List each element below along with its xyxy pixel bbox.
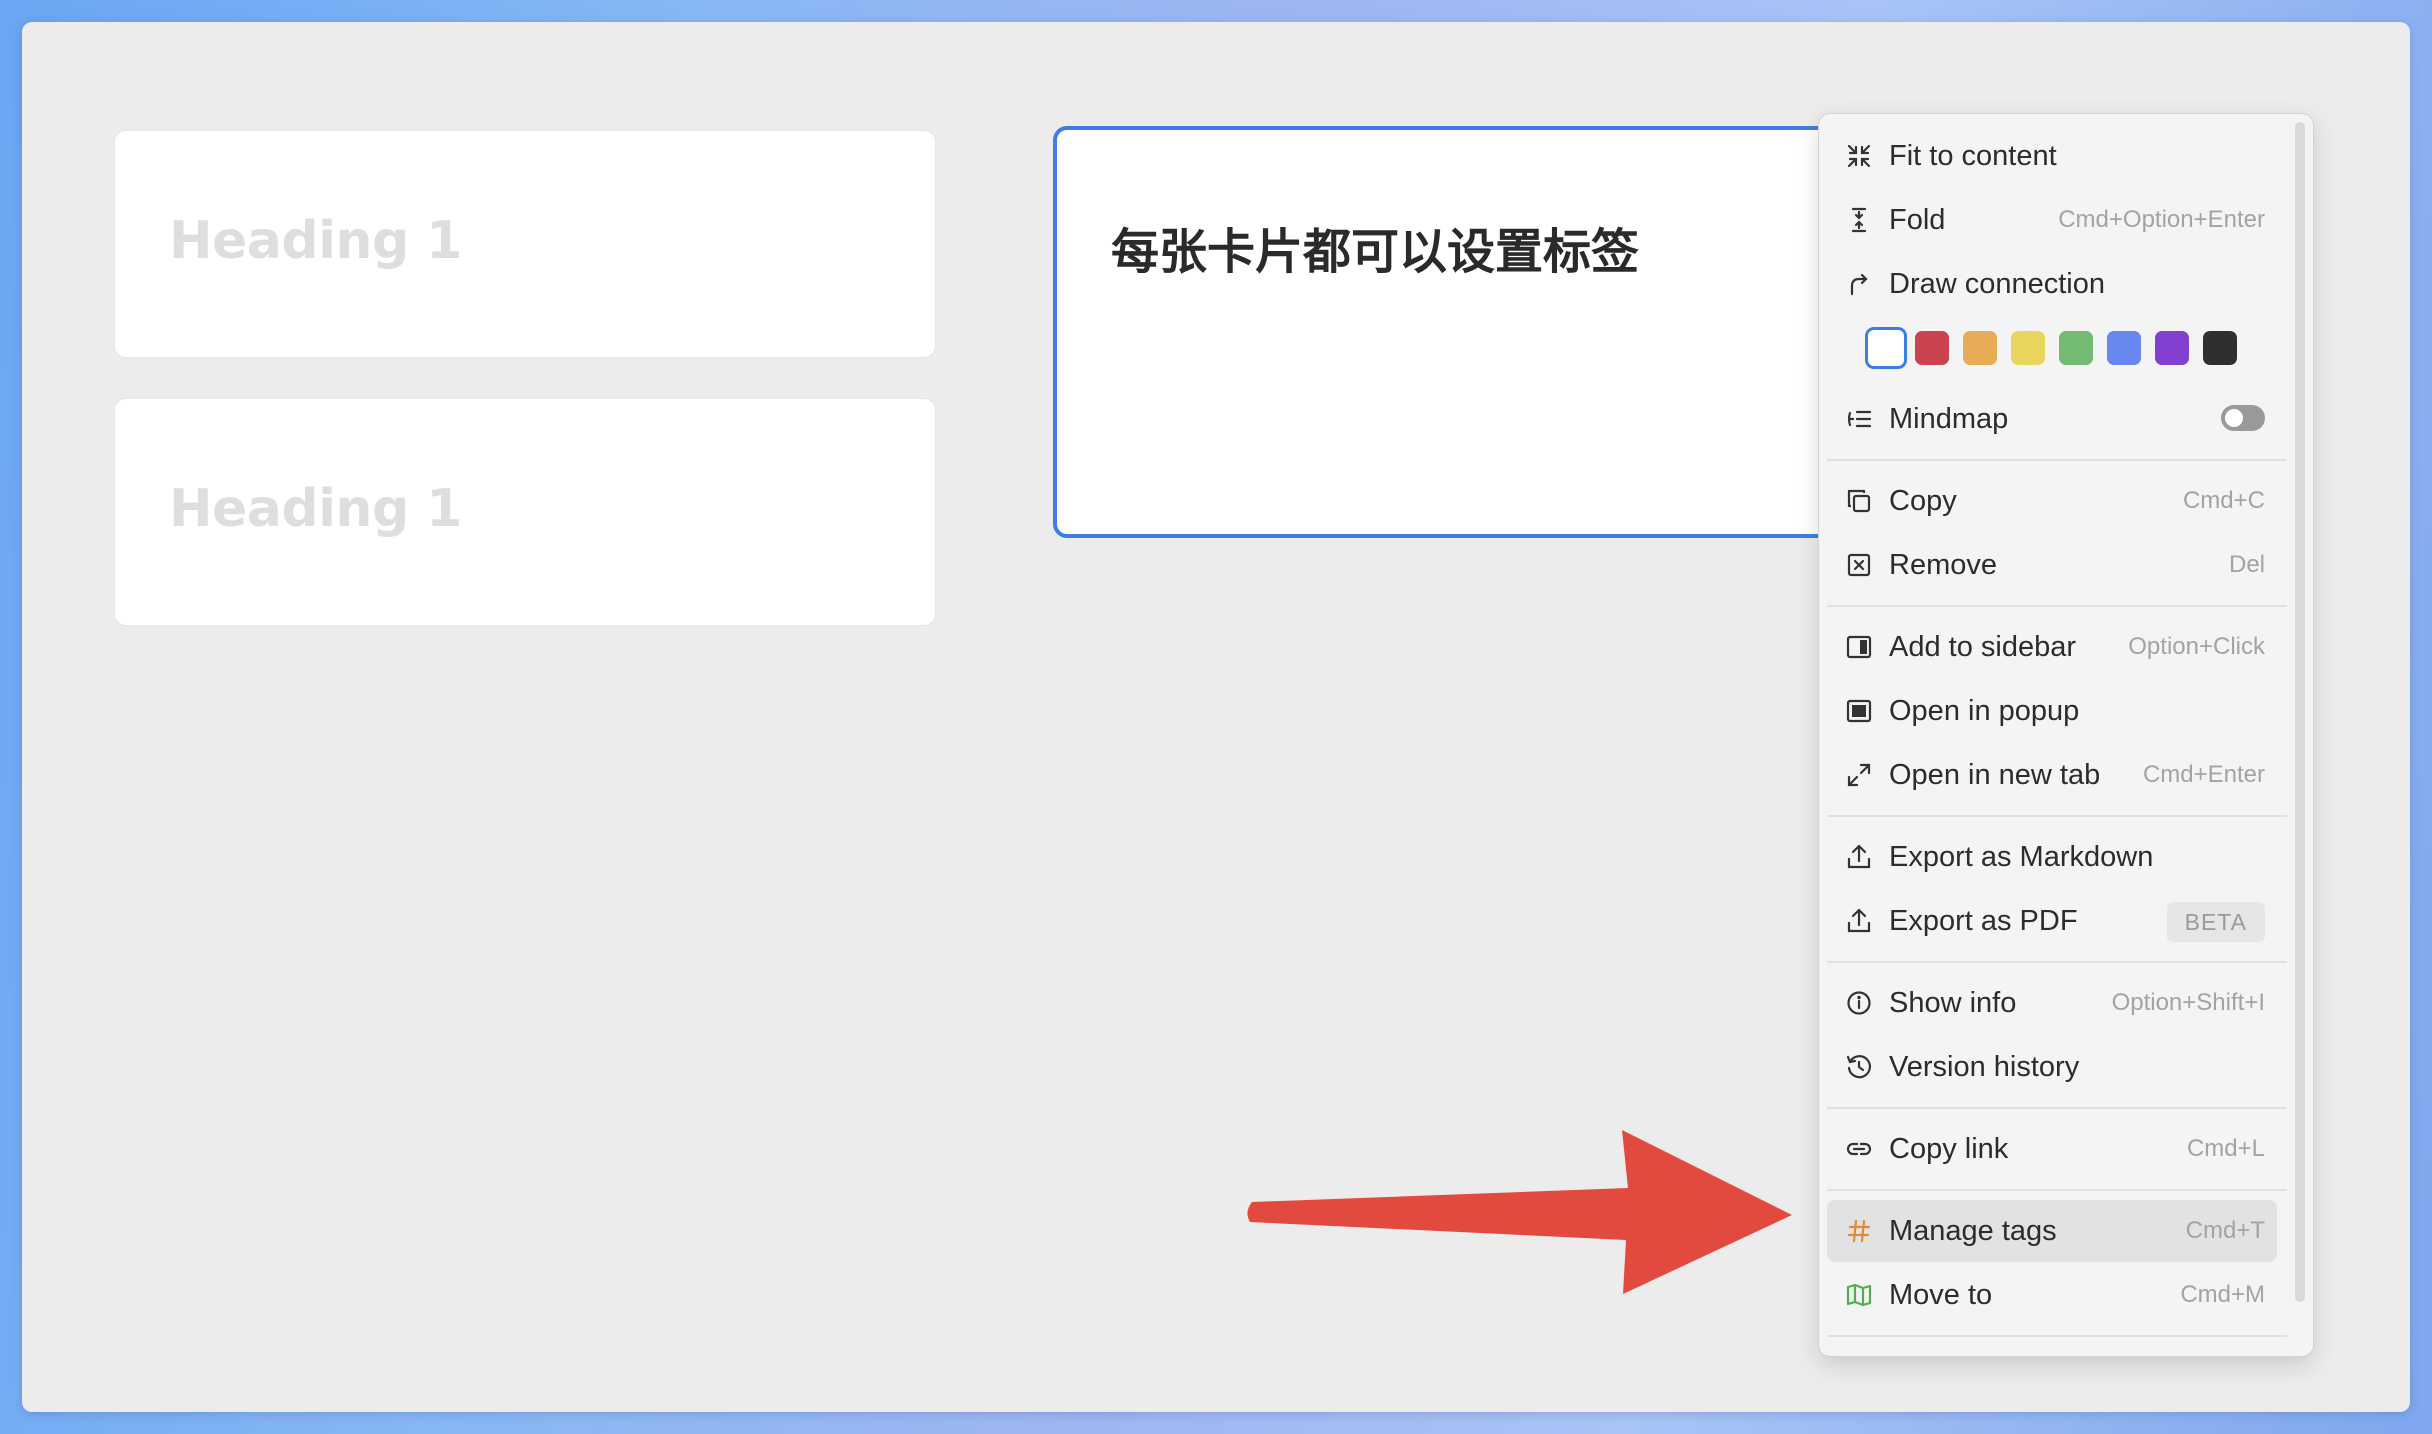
menu-item-shortcut: Cmd+Option+Enter bbox=[2058, 206, 2265, 233]
menu-item-label: Fold bbox=[1889, 204, 1946, 236]
copy-icon bbox=[1845, 487, 1873, 515]
menu-item-move-to[interactable]: Move to Cmd+M bbox=[1827, 1264, 2277, 1326]
menu-item-shortcut: Option+Shift+I bbox=[2111, 989, 2265, 1016]
menu-separator bbox=[1827, 1189, 2287, 1191]
toggle-knob bbox=[2225, 409, 2243, 427]
menu-item-export-pdf[interactable]: Export as PDF BETA bbox=[1827, 890, 2277, 952]
menu-separator bbox=[1827, 815, 2287, 817]
menu-item-remove[interactable]: Remove Del bbox=[1827, 534, 2277, 596]
menu-item-label: Copy link bbox=[1889, 1133, 2009, 1165]
menu-item-fold[interactable]: Fold Cmd+Option+Enter bbox=[1827, 189, 2277, 251]
color-swatch-black[interactable] bbox=[2203, 331, 2237, 365]
map-icon bbox=[1845, 1281, 1873, 1309]
menu-item-label: Draw connection bbox=[1889, 268, 2105, 300]
menu-item-copy-link[interactable]: Copy link Cmd+L bbox=[1827, 1118, 2277, 1180]
export-icon bbox=[1845, 907, 1873, 935]
menu-separator bbox=[1827, 1107, 2287, 1109]
hash-icon bbox=[1845, 1217, 1873, 1245]
menu-item-label: Show info bbox=[1889, 987, 2017, 1019]
menu-item-export-markdown[interactable]: Export as Markdown bbox=[1827, 826, 2277, 888]
menu-item-shortcut: Del bbox=[2228, 551, 2265, 578]
menu-separator bbox=[1827, 1335, 2287, 1337]
menu-item-open-in-new-tab[interactable]: Open in new tab Cmd+Enter bbox=[1827, 744, 2277, 806]
menu-item-add-to-sidebar[interactable]: Add to sidebar Option+Click bbox=[1827, 616, 2277, 678]
menu-item-label: Move to bbox=[1889, 1279, 1993, 1311]
menu-separator bbox=[1827, 961, 2287, 963]
menu-item-shortcut: Cmd+L bbox=[2186, 1135, 2265, 1162]
sidebar-icon bbox=[1845, 633, 1873, 661]
mindmap-toggle[interactable] bbox=[2221, 405, 2265, 431]
history-icon bbox=[1845, 1053, 1873, 1081]
info-icon bbox=[1845, 989, 1873, 1017]
menu-item-shortcut: Cmd+M bbox=[2180, 1281, 2265, 1308]
beta-badge: BETA bbox=[2166, 902, 2265, 942]
menu-item-label: Export as PDF bbox=[1889, 905, 2078, 937]
app-window: Heading 1 Heading 1 每张卡片都可以设置标签 Fit to c… bbox=[22, 22, 2410, 1412]
menu-item-label: Add to sidebar bbox=[1889, 631, 2077, 663]
color-swatch-yellow[interactable] bbox=[2011, 331, 2045, 365]
menu-item-label: Remove bbox=[1889, 549, 1997, 581]
menu-separator bbox=[1827, 605, 2287, 607]
fold-icon bbox=[1845, 206, 1873, 234]
draw-connection-icon bbox=[1845, 270, 1873, 298]
menu-item-shortcut: Option+Click bbox=[2128, 633, 2265, 660]
menu-item-label: Mindmap bbox=[1889, 403, 2009, 435]
menu-item-label: Version history bbox=[1889, 1051, 2080, 1083]
menu-item-show-info[interactable]: Show info Option+Shift+I bbox=[1827, 972, 2277, 1034]
color-swatch-purple[interactable] bbox=[2155, 331, 2189, 365]
menu-item-label: Manage tags bbox=[1889, 1215, 2057, 1247]
menu-item-open-in-popup[interactable]: Open in popup bbox=[1827, 680, 2277, 742]
context-menu: Fit to content Fold Cmd+Option+Enter Dra… bbox=[1818, 113, 2314, 1357]
color-swatch-orange[interactable] bbox=[1963, 331, 1997, 365]
menu-item-version-history[interactable]: Version history bbox=[1827, 1036, 2277, 1098]
expand-icon bbox=[1845, 761, 1873, 789]
menu-item-copy[interactable]: Copy Cmd+C bbox=[1827, 470, 2277, 532]
menu-item-shortcut: Cmd+T bbox=[2185, 1217, 2265, 1244]
menu-item-fit-to-content[interactable]: Fit to content bbox=[1827, 125, 2277, 187]
export-icon bbox=[1845, 843, 1873, 871]
menu-item-mindmap[interactable]: Mindmap bbox=[1827, 388, 2277, 450]
menu-item-label: Export as Markdown bbox=[1889, 841, 2154, 873]
remove-icon bbox=[1845, 551, 1873, 579]
menu-separator bbox=[1827, 459, 2287, 461]
menu-item-manage-tags[interactable]: Manage tags Cmd+T bbox=[1827, 1200, 2277, 1262]
color-swatch-blue[interactable] bbox=[2107, 331, 2141, 365]
popup-icon bbox=[1845, 697, 1873, 725]
mindmap-icon bbox=[1845, 405, 1873, 433]
menu-item-label: Fit to content bbox=[1889, 140, 2057, 172]
menu-item-label: Open in popup bbox=[1889, 695, 2080, 727]
link-icon bbox=[1845, 1135, 1873, 1163]
menu-item-shortcut: Cmd+C bbox=[2182, 487, 2265, 514]
color-swatch-red[interactable] bbox=[1915, 331, 1949, 365]
menu-item-label: Open in new tab bbox=[1889, 759, 2101, 791]
color-swatch-green[interactable] bbox=[2059, 331, 2093, 365]
menu-scrollbar[interactable] bbox=[2295, 122, 2305, 1302]
menu-item-label: Copy bbox=[1889, 485, 1957, 517]
menu-item-draw-connection[interactable]: Draw connection bbox=[1827, 253, 2277, 315]
color-swatches bbox=[1865, 327, 2265, 371]
color-swatch-white[interactable] bbox=[1865, 327, 1907, 369]
fit-to-content-icon bbox=[1845, 142, 1873, 170]
menu-item-shortcut: Cmd+Enter bbox=[2142, 761, 2265, 788]
